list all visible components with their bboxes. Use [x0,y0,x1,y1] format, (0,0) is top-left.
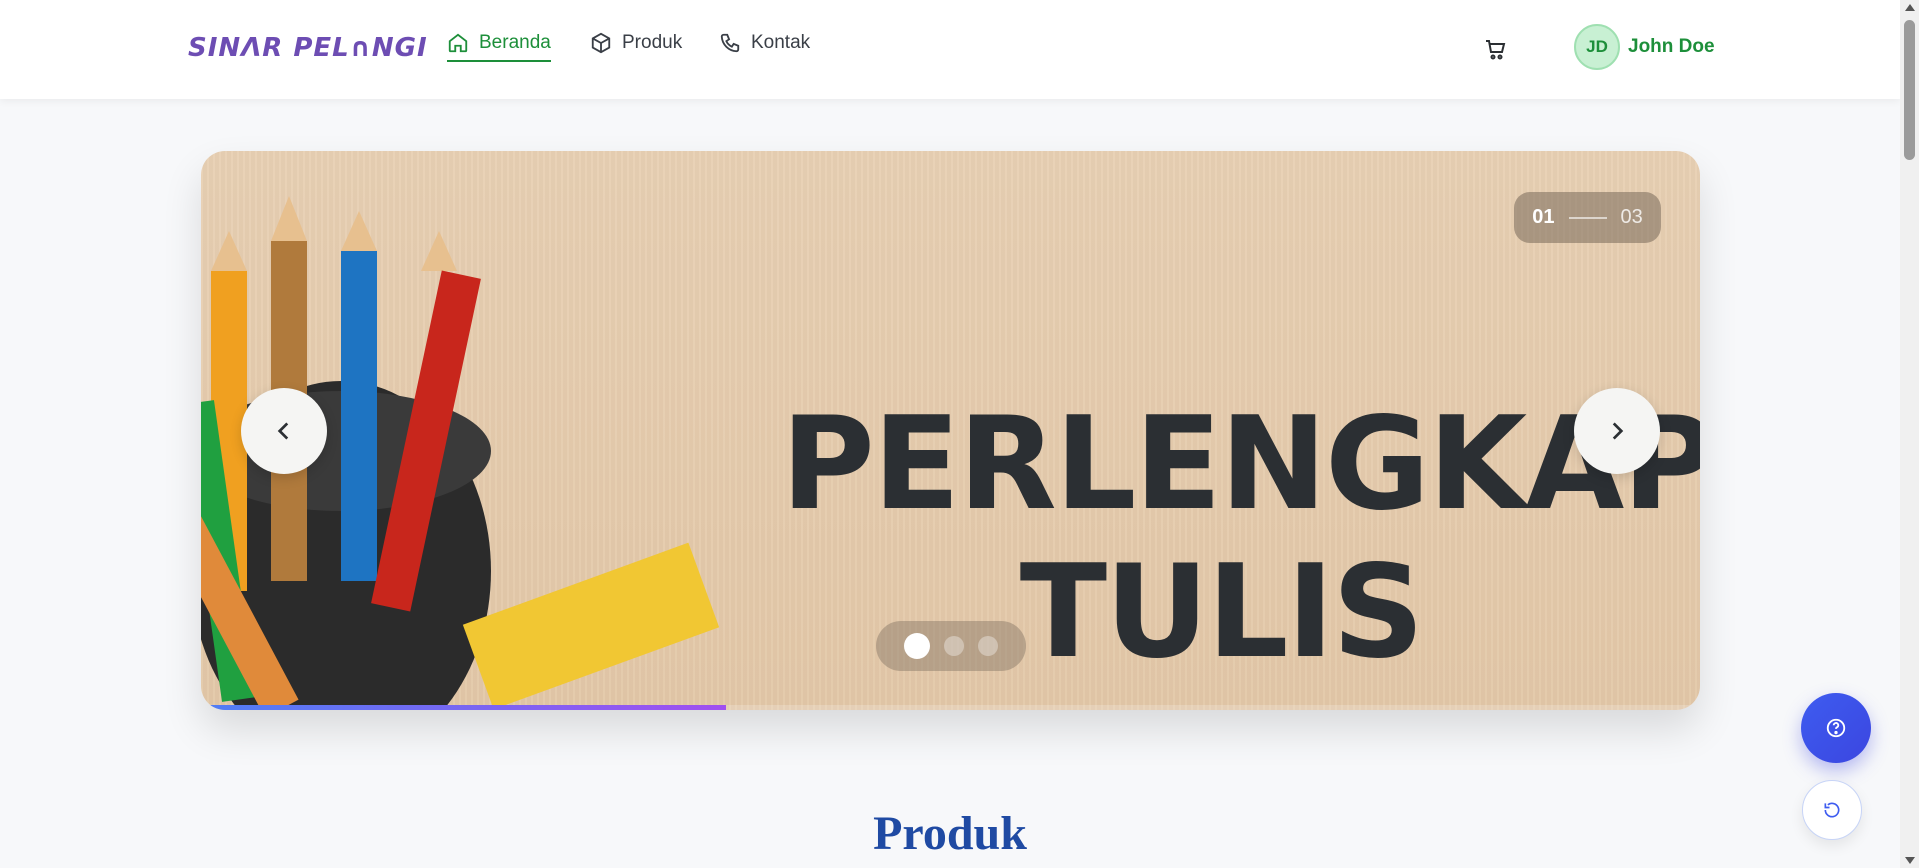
chevron-left-icon [277,422,289,440]
scroll-up-arrow-icon[interactable] [1905,4,1915,11]
carousel-dot-3[interactable] [978,636,998,656]
refresh-icon [1824,802,1840,818]
section-title: Produk [873,807,1027,860]
cart-icon[interactable] [1483,37,1507,61]
avatar: JD [1574,24,1620,70]
carousel-dots [876,621,1026,671]
banner-title-line1: PERLENGKAPAN [781,390,1700,539]
phone-icon [720,33,740,53]
box-icon [591,32,611,54]
nav-label-produk: Produk [622,32,683,53]
nav-item-beranda[interactable]: Beranda [447,32,551,62]
carousel-dot-2[interactable] [944,636,964,656]
nav-label-beranda: Beranda [479,32,551,53]
slide-counter-divider [1568,216,1607,219]
user-menu[interactable]: JD John Doe [1574,24,1715,70]
slide-counter: 01 03 [1514,192,1661,243]
carousel-dot-1[interactable] [904,633,930,659]
help-icon [1826,718,1846,738]
logo[interactable]: SINΛR PEL∩NGI [188,33,428,63]
nav-label-kontak: Kontak [751,32,811,53]
page-scrollbar[interactable] [1900,0,1919,868]
top-navbar: SINΛR PEL∩NGI Beranda Produk Kontak JD J… [0,0,1900,99]
scroll-down-arrow-icon[interactable] [1905,857,1915,864]
reset-button[interactable] [1802,780,1862,840]
nav-item-produk[interactable]: Produk [590,32,682,54]
hero-carousel: PERLENGKAPAN TULIS 01 03 [201,151,1700,710]
home-icon [448,33,468,53]
nav-item-kontak[interactable]: Kontak [719,32,810,54]
scrollbar-thumb[interactable] [1904,20,1915,160]
carousel-next-button[interactable] [1574,388,1660,474]
carousel-prev-button[interactable] [241,388,327,474]
help-button[interactable] [1801,693,1871,763]
chevron-right-icon [1612,422,1624,440]
slide-counter-current: 01 [1532,206,1555,228]
carousel-progress-fill [201,705,726,710]
user-name: John Doe [1628,36,1715,57]
carousel-progress-bar [201,705,1700,710]
slide-counter-total: 03 [1620,206,1643,228]
